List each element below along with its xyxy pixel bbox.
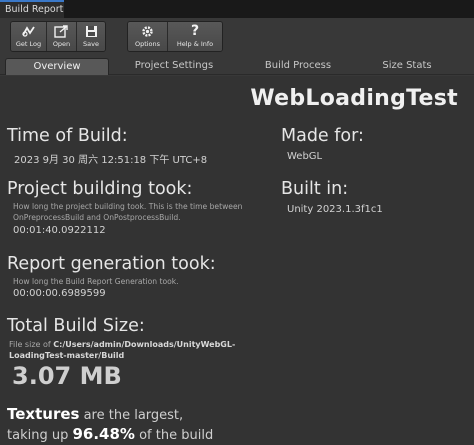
built-in-heading: Built in: — [281, 179, 349, 199]
gear-icon — [140, 24, 155, 38]
help-info-label: Help & Info — [176, 40, 214, 48]
open-button[interactable]: Open — [47, 22, 77, 51]
build-duration-desc-2: OnPreprocessBuild and OnPostprocessBuild… — [13, 213, 181, 222]
largest-asset-line-2: taking up 96.48% of the build — [7, 425, 213, 443]
overview-panel: WebLoadingTest Time of Build: 2023 9月 30… — [0, 76, 474, 445]
build-path-line-1: C:/Users/admin/Downloads/UnityWebGL- — [53, 340, 236, 349]
build-duration-desc-1: How long the project building took. This… — [13, 202, 243, 211]
get-log-icon — [21, 24, 36, 38]
largest-text-2: taking up — [7, 428, 69, 443]
open-folder-icon — [54, 24, 69, 38]
built-in-value: Unity 2023.1.3f1c1 — [287, 204, 383, 215]
report-generation-desc: How long the Build Report Generation too… — [13, 277, 179, 286]
made-for-value: WebGL — [287, 151, 323, 162]
made-for-heading: Made for: — [281, 126, 364, 146]
toolbar: Get Log Open Save Options ? Help & Info — [0, 18, 474, 54]
help-info-button[interactable]: ? Help & Info — [168, 22, 222, 51]
open-label: Open — [52, 40, 71, 48]
save-label: Save — [83, 40, 99, 48]
time-of-build-heading: Time of Build: — [7, 126, 128, 146]
file-size-prefix: File size of — [9, 340, 51, 349]
total-size-path: File size of C:/Users/admin/Downloads/Un… — [9, 339, 235, 361]
build-report-window: Build Report Get Log Open Save Options ?… — [0, 0, 474, 445]
tab-size-stats[interactable]: Size Stats — [368, 58, 446, 75]
save-disk-icon — [84, 24, 99, 38]
tab-project-settings[interactable]: Project Settings — [122, 58, 226, 75]
options-button[interactable]: Options — [128, 22, 168, 51]
largest-asset-line-1: Textures are the largest, — [7, 405, 183, 423]
build-duration-heading: Project building took: — [7, 179, 193, 199]
build-path-line-2: LoadingTest-master/Build — [9, 351, 125, 360]
largest-text-1: are the largest, — [83, 408, 184, 423]
get-log-label: Get Log — [15, 40, 42, 48]
project-name: WebLoadingTest — [250, 86, 458, 111]
report-generation-value: 00:00:00.6989599 — [13, 288, 106, 299]
total-size-heading: Total Build Size: — [7, 316, 145, 336]
get-log-button[interactable]: Get Log — [11, 22, 47, 51]
report-tabs: Overview Project Settings Build Process … — [0, 56, 474, 75]
window-tab-title: Build Report — [5, 4, 64, 15]
window-tab-strip: Build Report — [0, 0, 474, 18]
report-generation-heading: Report generation took: — [7, 254, 216, 274]
largest-percent: 96.48% — [72, 425, 135, 443]
build-duration-value: 00:01:40.0922112 — [13, 225, 106, 236]
tab-build-process[interactable]: Build Process — [248, 58, 348, 75]
question-mark-icon: ? — [190, 23, 200, 39]
settings-button-group: Options ? Help & Info — [127, 21, 223, 52]
file-button-group: Get Log Open Save — [10, 21, 106, 52]
largest-category: Textures — [7, 405, 80, 423]
total-size-value: 3.07 MB — [12, 362, 122, 390]
save-button[interactable]: Save — [77, 22, 105, 51]
tab-overview[interactable]: Overview — [5, 58, 109, 75]
window-tab[interactable]: Build Report — [0, 0, 64, 18]
options-label: Options — [134, 40, 161, 48]
time-of-build-value: 2023 9月 30 周六 12:51:18 下午 UTC+8 — [14, 155, 208, 166]
largest-text-3: of the build — [139, 428, 214, 443]
